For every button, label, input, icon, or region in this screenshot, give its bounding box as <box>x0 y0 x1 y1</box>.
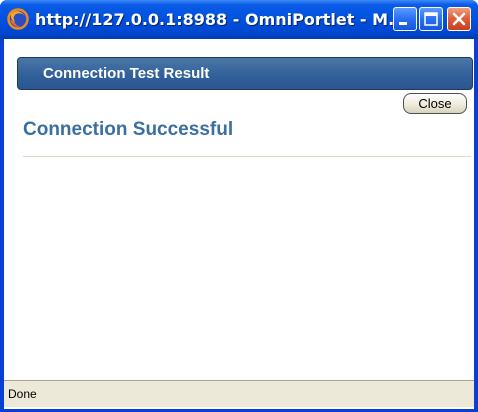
divider <box>23 156 471 157</box>
maximize-icon <box>424 12 438 26</box>
section-header-title: Connection Test Result <box>43 65 210 82</box>
window-close-button[interactable] <box>447 7 471 31</box>
maximize-button[interactable] <box>419 7 443 31</box>
status-text: Done <box>8 387 37 401</box>
browser-popup-window: http://127.0.0.1:8988 - OmniPortlet - M.… <box>0 0 478 412</box>
close-button[interactable]: Close <box>403 93 467 114</box>
connection-status-heading: Connection Successful <box>23 119 234 140</box>
minimize-icon <box>399 22 407 25</box>
page-content: Connection Test Result Close Connection … <box>4 39 474 409</box>
browser-statusbar: Done <box>4 380 474 407</box>
minimize-button[interactable] <box>393 7 417 31</box>
window-title: http://127.0.0.1:8988 - OmniPortlet - M.… <box>35 10 407 29</box>
firefox-icon <box>7 8 29 30</box>
close-icon <box>452 12 466 26</box>
section-header-bar: Connection Test Result <box>17 57 473 90</box>
window-titlebar[interactable]: http://127.0.0.1:8988 - OmniPortlet - M.… <box>0 0 478 39</box>
